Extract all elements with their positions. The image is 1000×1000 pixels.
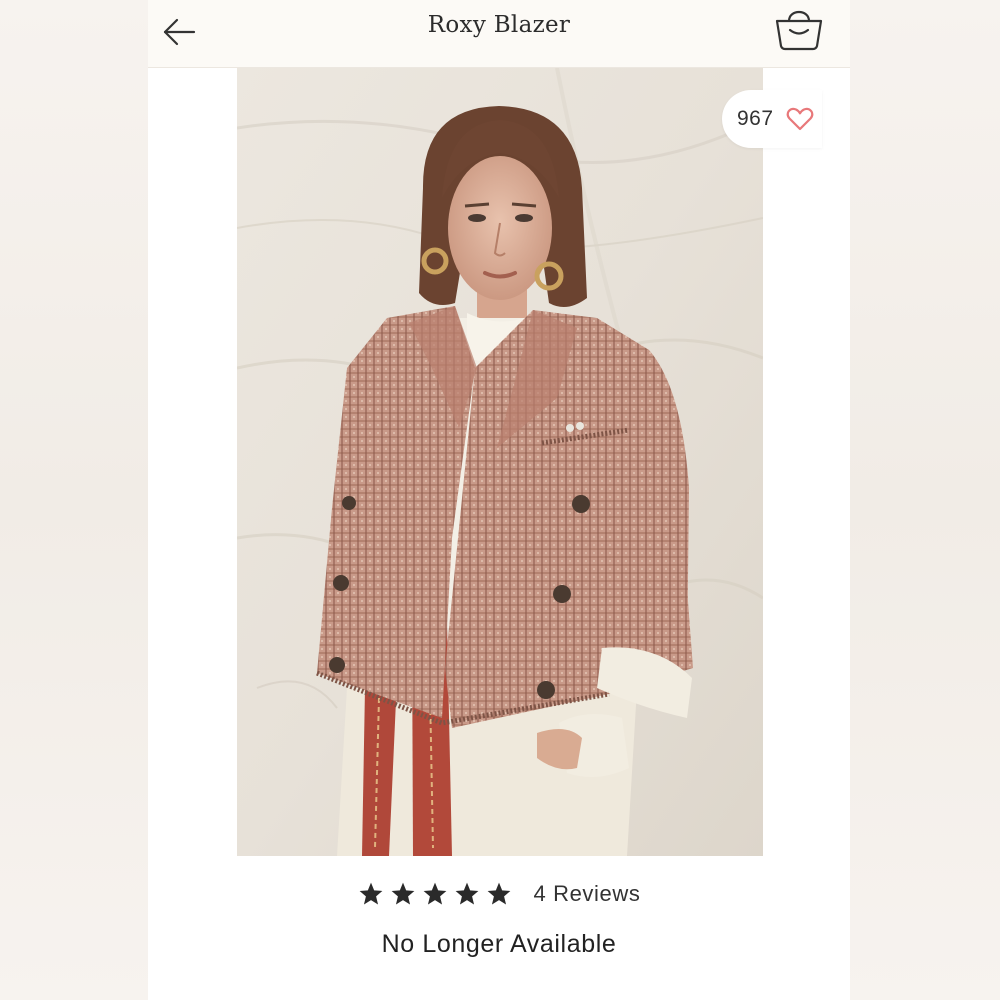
heart-outline-icon (786, 107, 814, 131)
star-rating (358, 881, 512, 907)
shopping-bag-icon (775, 10, 823, 51)
page-title: Roxy Blazer (427, 12, 571, 38)
background-right (850, 0, 1000, 1000)
like-button[interactable]: 967 (722, 90, 822, 148)
back-arrow-icon (163, 18, 196, 46)
product-photo[interactable] (237, 68, 763, 856)
rating-row: 4 Reviews (148, 872, 850, 916)
star-icon (487, 882, 510, 905)
app-header: Roxy Blazer (148, 0, 850, 68)
star-icon (391, 882, 414, 905)
star-icon (423, 882, 446, 905)
shopping-bag-button[interactable] (772, 4, 826, 54)
reviews-link[interactable]: 4 Reviews (534, 881, 641, 907)
like-count: 967 (737, 107, 774, 130)
back-button[interactable] (160, 12, 200, 52)
star-icon (359, 882, 382, 905)
star-icon (455, 882, 478, 905)
background-left (0, 0, 148, 1000)
availability-status: No Longer Available (381, 930, 617, 958)
app-screen: Roxy Blazer 967 4 Reviews No Longer Avai… (148, 0, 850, 1000)
